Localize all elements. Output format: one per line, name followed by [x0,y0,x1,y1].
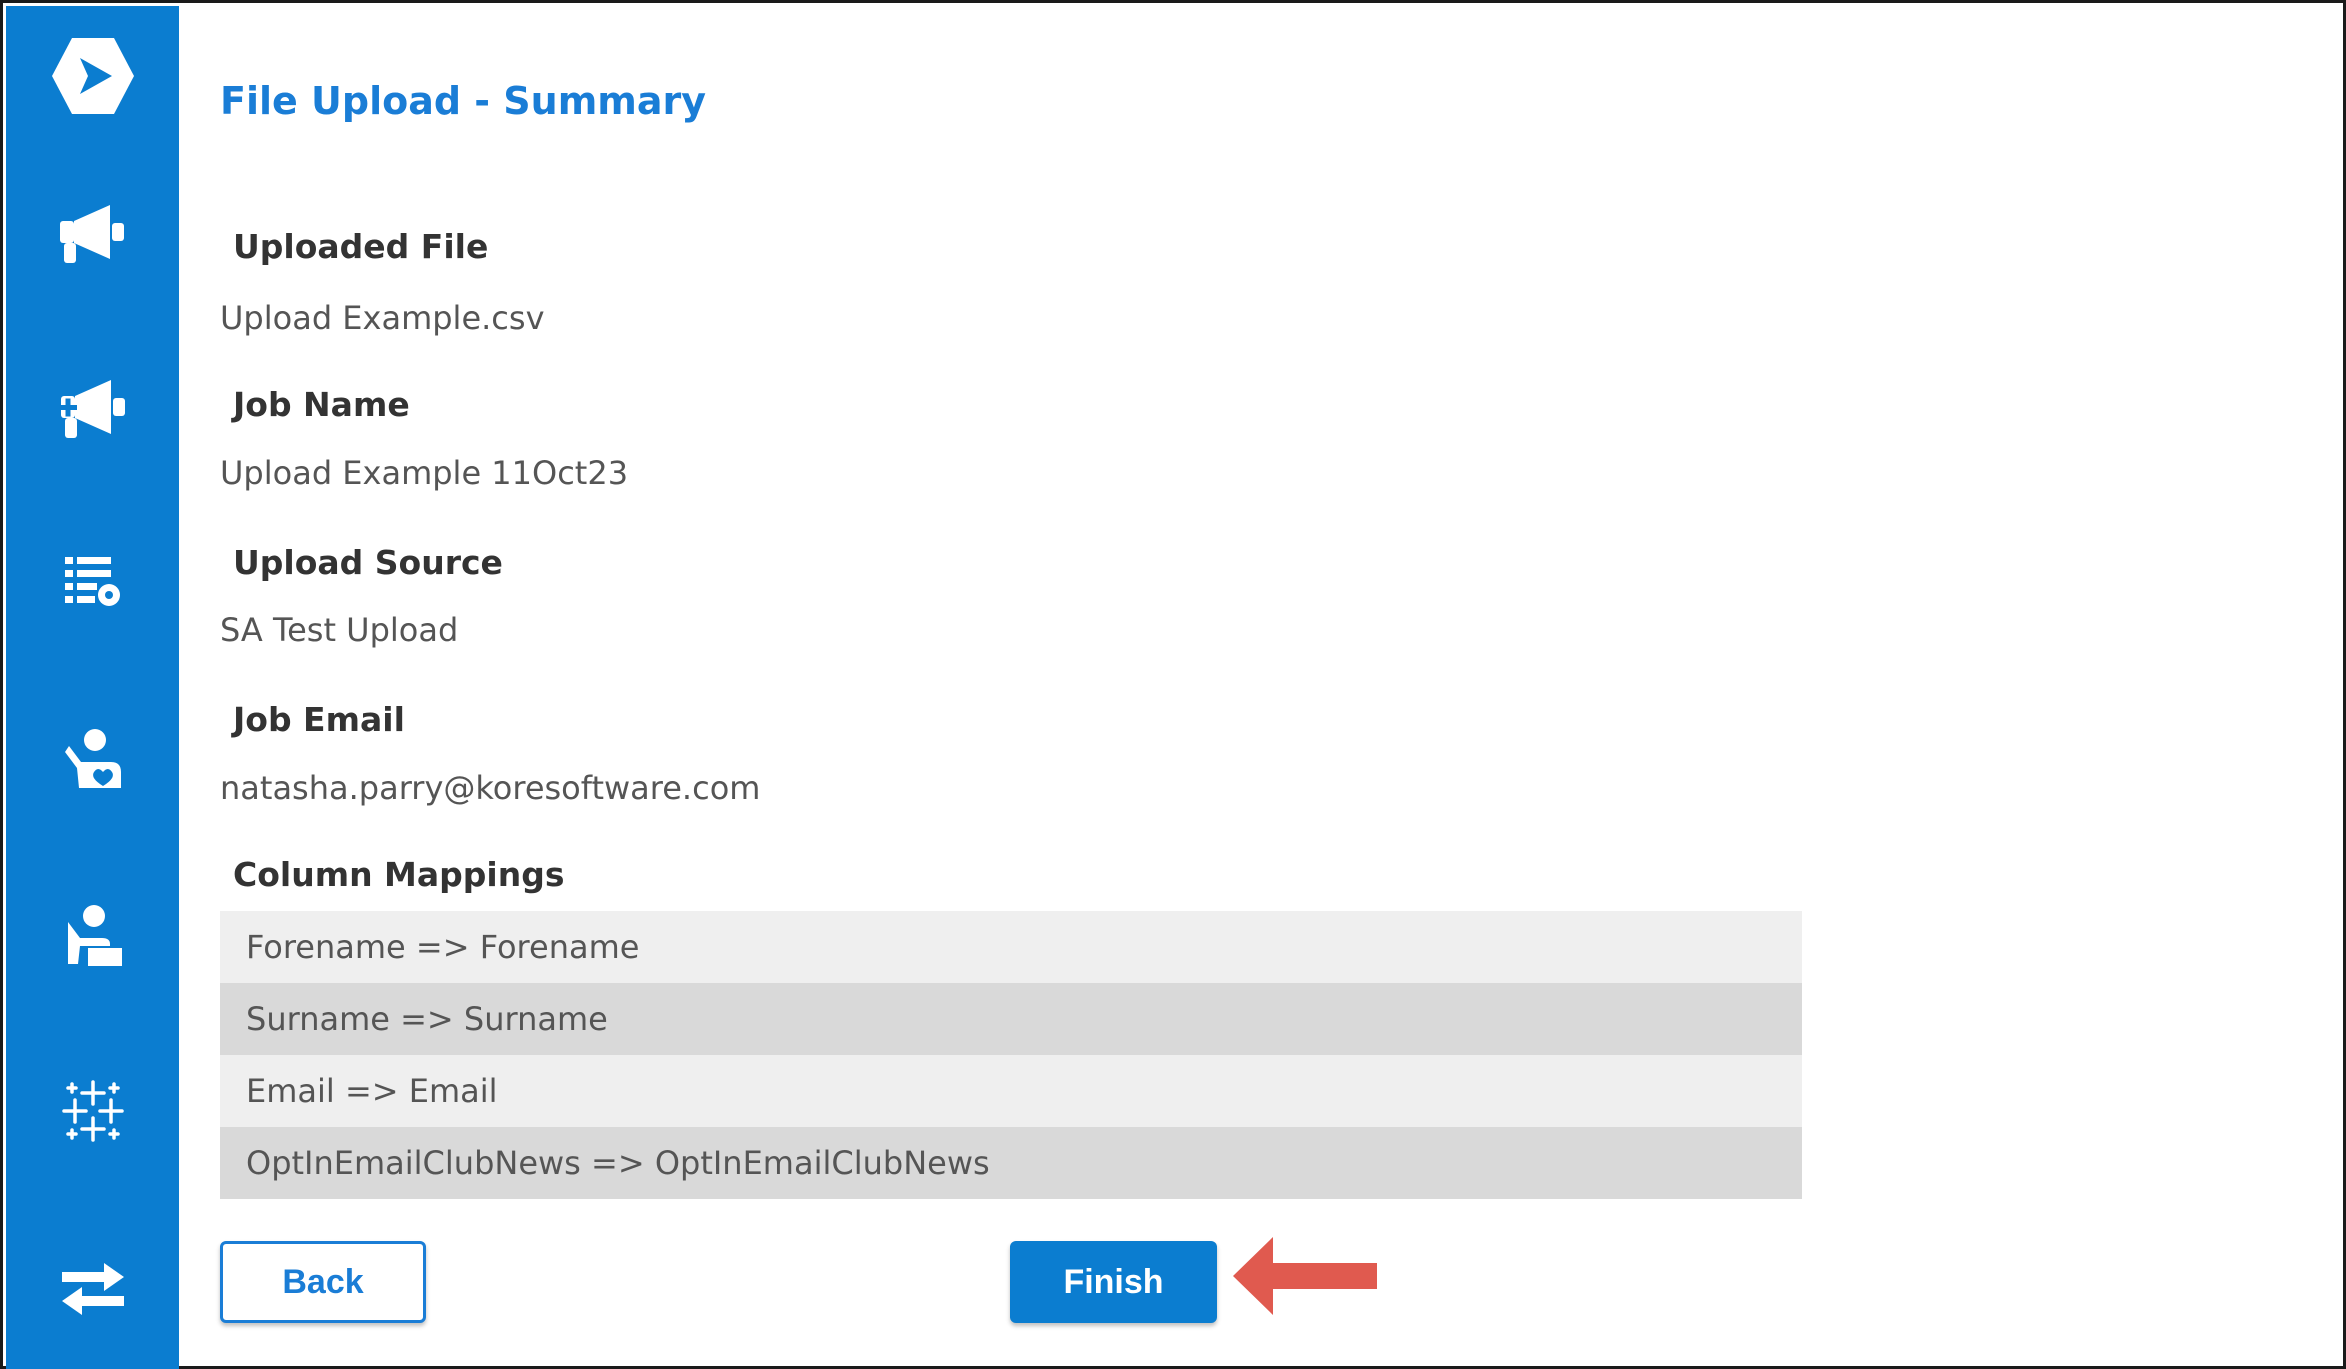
uploaded-file-label: Uploaded File [233,227,489,266]
finish-button[interactable]: Finish [1010,1241,1217,1323]
job-name-value: Upload Example 11Oct23 [220,454,629,492]
app-window: File Upload - Summary Uploaded File Uplo… [0,0,2346,1369]
column-mappings-label: Column Mappings [233,855,565,894]
person-heart-icon[interactable] [6,701,179,821]
annotation-arrow-icon [1233,1235,1379,1321]
table-row: OptInEmailClubNews => OptInEmailClubNews [220,1127,1802,1199]
column-mappings-table: Forename => Forename Surname => Surname … [220,911,1802,1199]
person-desk-icon[interactable] [6,876,179,996]
job-email-label: Job Email [233,700,405,739]
logo-icon[interactable] [6,16,179,136]
upload-source-label: Upload Source [233,543,503,582]
job-name-label: Job Name [233,385,410,424]
sidebar-nav [6,6,179,1369]
upload-source-value: SA Test Upload [220,611,459,649]
megaphone-add-icon[interactable] [6,349,179,469]
back-button[interactable]: Back [220,1241,426,1323]
table-row: Surname => Surname [220,983,1802,1055]
sparkle-grid-icon[interactable] [6,1051,179,1171]
table-row: Email => Email [220,1055,1802,1127]
job-email-value: natasha.parry@koresoftware.com [220,769,761,807]
megaphone-icon[interactable] [6,174,179,294]
page-title: File Upload - Summary [220,79,707,123]
uploaded-file-value: Upload Example.csv [220,299,545,337]
table-row: Forename => Forename [220,911,1802,983]
list-settings-icon[interactable] [6,521,179,641]
transfer-arrows-icon[interactable] [6,1229,179,1349]
